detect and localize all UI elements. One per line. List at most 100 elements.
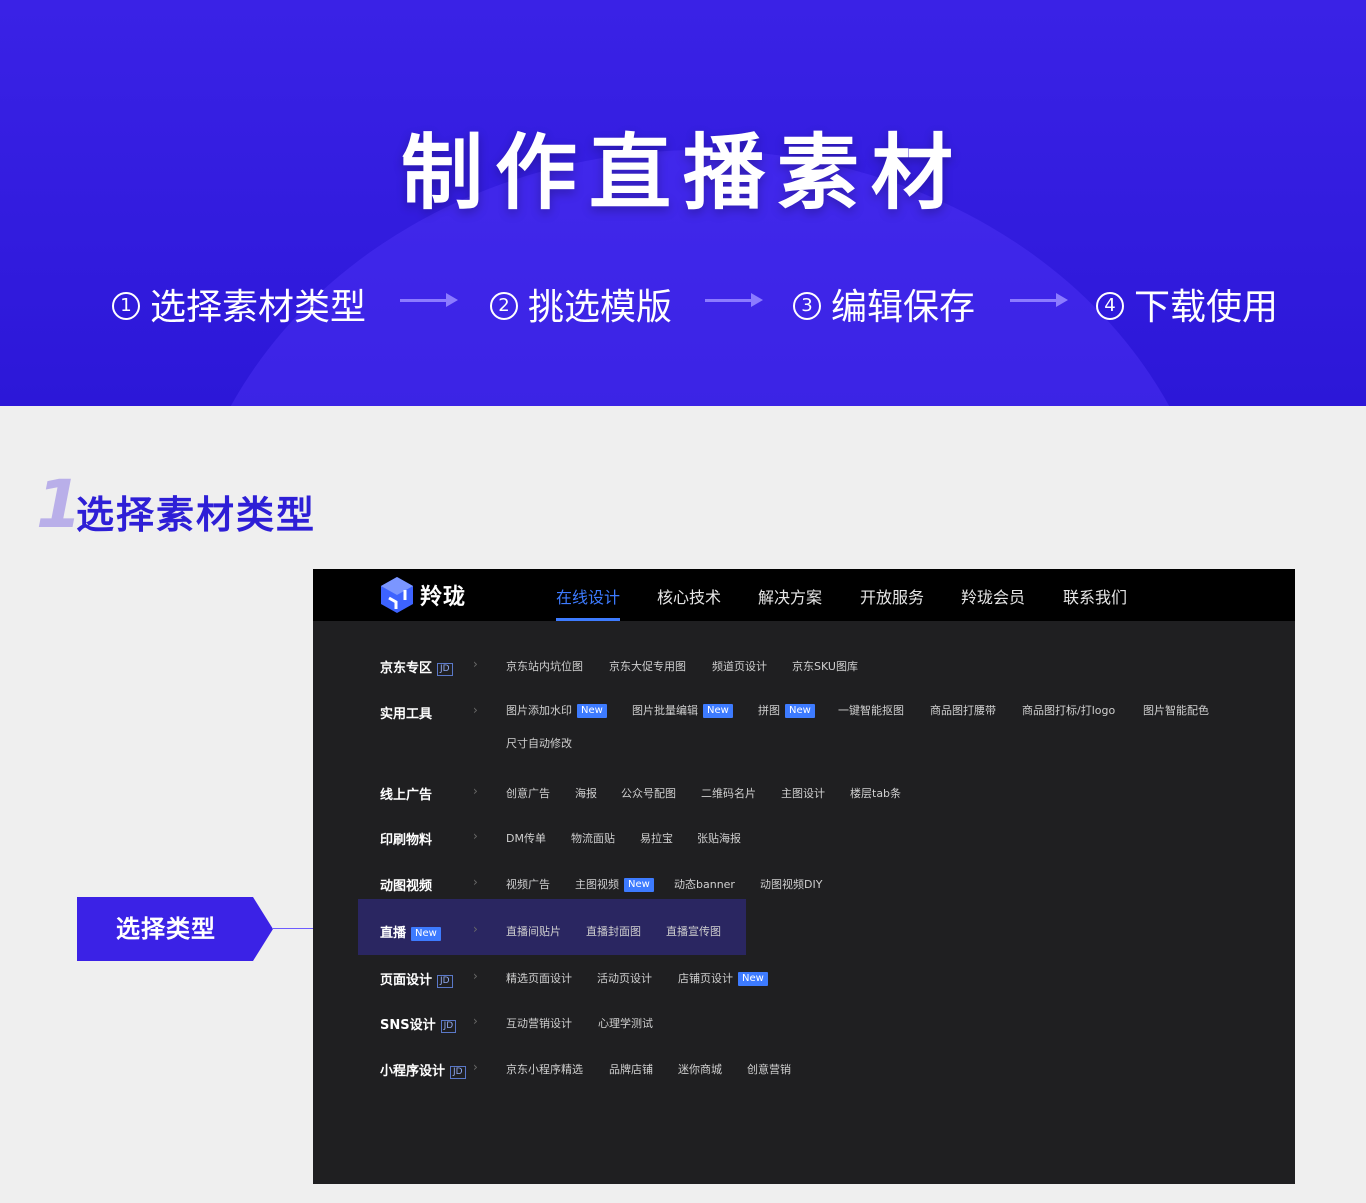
menu-item[interactable]: DM传单 (506, 830, 546, 846)
app-screenshot: 羚珑 在线设计 核心技术 解决方案 开放服务 羚珑会员 联系我们 京东专区 JD … (313, 569, 1295, 1184)
new-badge: New (411, 927, 441, 941)
nav-solutions[interactable]: 解决方案 (758, 584, 822, 608)
menu-item[interactable]: 尺寸自动修改 (506, 735, 572, 751)
nav-active-indicator (556, 618, 620, 621)
jd-badge: JD (450, 1066, 466, 1079)
category-label: 动图视频 (380, 879, 433, 894)
menu-item[interactable]: 商品图打标/打logo (1022, 702, 1115, 718)
menu-item[interactable]: 迷你商城 (678, 1061, 722, 1077)
category-animated-video[interactable]: 动图视频 (380, 875, 432, 894)
menu-item[interactable]: 张贴海报 (697, 830, 741, 846)
menu-item[interactable]: 易拉宝 (640, 830, 673, 846)
chevron-right-icon: › (473, 1060, 478, 1074)
logo-text[interactable]: 羚珑 (420, 579, 466, 611)
jd-badge: JD (437, 663, 453, 676)
callout-select-type: 选择类型 (77, 897, 273, 961)
step-label: 下载使用 (1134, 287, 1279, 328)
chevron-right-icon: › (473, 1014, 478, 1028)
section-title: 选择素材类型 (76, 493, 317, 537)
category-label: SNS设计 (380, 1018, 436, 1033)
menu-item[interactable]: 京东大促专用图 (609, 658, 686, 674)
step-4: 4 下载使用 (1096, 278, 1278, 330)
menu-item[interactable]: 直播间贴片 (506, 923, 561, 939)
step-label: 选择素材类型 (150, 287, 367, 328)
new-badge: New (624, 878, 654, 892)
nav-membership[interactable]: 羚珑会员 (961, 584, 1025, 608)
menu-item[interactable]: 直播宣传图 (666, 923, 721, 939)
chevron-right-icon: › (473, 922, 478, 936)
menu-item[interactable]: 品牌店铺 (609, 1061, 653, 1077)
menu-item[interactable]: 频道页设计 (712, 658, 767, 674)
menu-item[interactable]: 海报 (575, 785, 597, 801)
step-number: 1 (112, 292, 140, 320)
hero-banner: 制作直播素材 1 选择素材类型 2 挑选模版 3 编辑保存 4 下载使用 (0, 0, 1366, 406)
category-label: 线上广告 (380, 788, 433, 803)
menu-item[interactable]: 拼图 New (758, 702, 815, 718)
arrow-right-icon (400, 293, 458, 307)
step-2: 2 挑选模版 (490, 278, 672, 330)
menu-item[interactable]: 图片添加水印 New (506, 702, 607, 718)
nav-online-design[interactable]: 在线设计 (556, 584, 620, 608)
chevron-right-icon: › (473, 703, 478, 717)
menu-item[interactable]: 京东SKU图库 (792, 658, 858, 674)
hero-title: 制作直播素材 (400, 126, 965, 221)
menu-item[interactable]: 图片批量编辑 New (632, 702, 733, 718)
category-mini-program[interactable]: 小程序设计 JD (380, 1060, 466, 1079)
menu-item[interactable]: 活动页设计 (597, 970, 652, 986)
category-online-ads[interactable]: 线上广告 (380, 784, 432, 803)
step-label: 挑选模版 (528, 287, 673, 328)
nav-contact[interactable]: 联系我们 (1063, 584, 1127, 608)
menu-item[interactable]: 一键智能抠图 (838, 702, 904, 718)
menu-item[interactable]: 创意营销 (747, 1061, 791, 1077)
menu-item[interactable]: 主图视频 New (575, 876, 654, 892)
category-sns-design[interactable]: SNS设计 JD (380, 1014, 457, 1033)
jd-badge: JD (437, 975, 453, 988)
menu-item[interactable]: 动态banner (674, 876, 735, 892)
new-badge: New (738, 972, 768, 986)
step-number: 3 (793, 292, 821, 320)
category-jd-zone[interactable]: 京东专区 JD (380, 657, 453, 676)
new-badge: New (577, 704, 607, 718)
chevron-right-icon: › (473, 829, 478, 843)
category-label: 直播 (380, 926, 407, 941)
menu-item[interactable]: 创意广告 (506, 785, 550, 801)
menu-item[interactable]: 京东小程序精选 (506, 1061, 583, 1077)
category-label: 实用工具 (380, 707, 433, 722)
menu-item[interactable]: 精选页面设计 (506, 970, 572, 986)
category-print[interactable]: 印刷物料 (380, 829, 432, 848)
menu-item[interactable]: 物流面贴 (571, 830, 615, 846)
menu-item[interactable]: 店铺页设计 New (678, 970, 768, 986)
step-number: 4 (1096, 292, 1124, 320)
chevron-right-icon: › (473, 875, 478, 889)
jd-badge: JD (440, 1020, 457, 1033)
new-badge: New (785, 704, 815, 718)
menu-item[interactable]: 图片智能配色 (1143, 702, 1209, 718)
category-tools[interactable]: 实用工具 (380, 703, 432, 722)
category-label: 小程序设计 (380, 1064, 446, 1079)
chevron-right-icon: › (473, 784, 478, 798)
arrow-right-icon (705, 293, 763, 307)
logo-icon[interactable] (379, 576, 415, 614)
menu-item[interactable]: 京东站内坑位图 (506, 658, 583, 674)
nav-core-tech[interactable]: 核心技术 (657, 584, 721, 608)
menu-item[interactable]: 楼层tab条 (850, 785, 901, 801)
callout-label: 选择类型 (116, 915, 216, 943)
menu-item[interactable]: 互动营销设计 (506, 1015, 572, 1031)
top-nav: 羚珑 在线设计 核心技术 解决方案 开放服务 羚珑会员 联系我们 (313, 569, 1295, 621)
step-3: 3 编辑保存 (793, 278, 975, 330)
menu-item[interactable]: 主图设计 (781, 785, 825, 801)
menu-item[interactable]: 直播封面图 (586, 923, 641, 939)
nav-open-service[interactable]: 开放服务 (860, 584, 924, 608)
menu-item[interactable]: 视频广告 (506, 876, 550, 892)
category-live[interactable]: 直播 New (380, 922, 441, 941)
menu-item[interactable]: 动图视频DIY (760, 876, 822, 892)
category-label: 京东专区 (380, 661, 433, 676)
menu-item[interactable]: 心理学测试 (598, 1015, 653, 1031)
category-page-design[interactable]: 页面设计 JD (380, 969, 453, 988)
menu-item[interactable]: 二维码名片 (701, 785, 756, 801)
step-label: 编辑保存 (831, 287, 976, 328)
menu-item[interactable]: 公众号配图 (621, 785, 676, 801)
arrow-right-icon (1010, 293, 1068, 307)
menu-item[interactable]: 商品图打腰带 (930, 702, 996, 718)
step-1: 1 选择素材类型 (112, 278, 366, 330)
